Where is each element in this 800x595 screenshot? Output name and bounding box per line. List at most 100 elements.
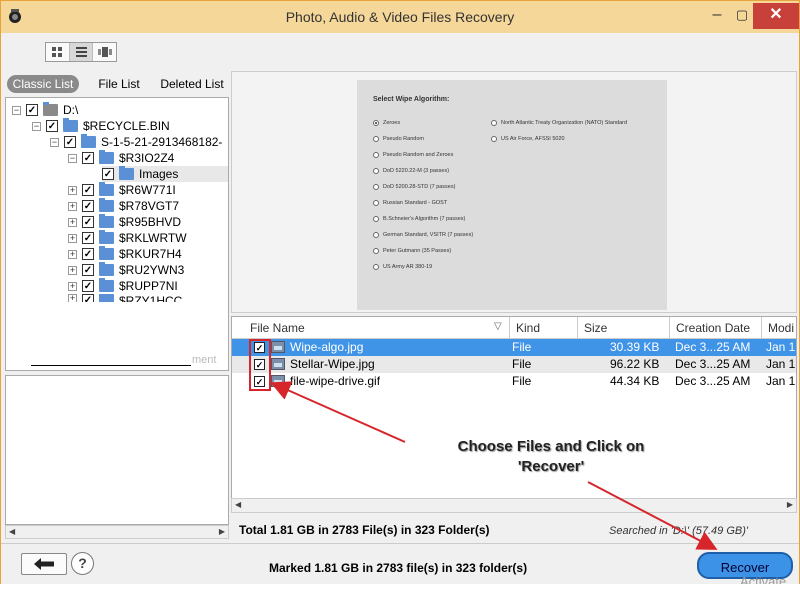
file-created: Dec 3...25 AM bbox=[675, 374, 751, 388]
tree-node[interactable]: ✓ Images bbox=[102, 166, 228, 182]
column-creation-date[interactable]: Creation Date bbox=[670, 317, 762, 339]
scroll-right-icon[interactable]: ▶ bbox=[787, 500, 793, 509]
grid-icon bbox=[52, 47, 63, 57]
radio-icon bbox=[373, 216, 379, 222]
tree-node-label: $R95BHVD bbox=[119, 215, 182, 229]
expand-icon[interactable]: + bbox=[68, 233, 77, 243]
column-kind[interactable]: Kind bbox=[510, 317, 578, 339]
wipe-option: DoD 5200.28-STD (7 passes) bbox=[373, 184, 455, 190]
tree-node[interactable]: + ✓ $RUPP7NI bbox=[68, 278, 178, 294]
scroll-left-icon[interactable]: ◀ bbox=[9, 527, 15, 536]
close-button[interactable]: ✕ bbox=[753, 3, 799, 29]
radio-icon bbox=[373, 248, 379, 254]
collapse-icon[interactable]: − bbox=[68, 153, 77, 163]
file-list-horizontal-scrollbar[interactable]: ◀ ▶ bbox=[231, 498, 797, 513]
coverflow-view-button[interactable] bbox=[93, 43, 116, 61]
file-row[interactable]: ✓ Wipe-algo.jpg File 30.39 KB Dec 3...25… bbox=[232, 339, 796, 356]
tree-checkbox[interactable]: ✓ bbox=[46, 120, 58, 132]
tree-checkbox[interactable]: ✓ bbox=[64, 136, 76, 148]
tab-classic-list[interactable]: Classic List bbox=[7, 75, 79, 93]
file-name: Stellar-Wipe.jpg bbox=[290, 357, 375, 371]
expand-icon[interactable]: + bbox=[68, 217, 77, 227]
radio-icon bbox=[373, 232, 379, 238]
file-list: File Name ▽ Kind Size Creation Date Modi… bbox=[231, 316, 797, 513]
minimize-button[interactable]: – bbox=[706, 3, 728, 29]
image-file-icon bbox=[271, 358, 285, 370]
column-file-name[interactable]: File Name bbox=[244, 317, 510, 339]
file-name: file-wipe-drive.gif bbox=[290, 374, 381, 388]
tree-node-label: $RKUR7H4 bbox=[119, 247, 182, 261]
icon-view-button[interactable] bbox=[46, 43, 70, 61]
maximize-button[interactable]: ▢ bbox=[731, 3, 753, 29]
collapse-icon[interactable]: − bbox=[32, 121, 41, 131]
tree-node-label: $R78VGT7 bbox=[119, 199, 180, 213]
radio-icon bbox=[491, 120, 497, 126]
list-view-button[interactable] bbox=[69, 43, 94, 61]
preview-heading: Select Wipe Algorithm: bbox=[373, 96, 450, 103]
tree-divider bbox=[31, 365, 191, 366]
tree-node-label: $R3IO2Z4 bbox=[119, 151, 175, 165]
tree-checkbox[interactable]: ✓ bbox=[82, 216, 94, 228]
left-horizontal-scrollbar[interactable]: ◀ ▶ bbox=[5, 525, 229, 539]
expand-icon[interactable]: + bbox=[68, 249, 77, 259]
wipe-option: US Air Force, AFSSI 5020 bbox=[491, 136, 565, 142]
wipe-option: B.Schneier's Algorithm (7 passes) bbox=[373, 216, 465, 222]
radio-icon bbox=[491, 136, 497, 142]
tab-deleted-list[interactable]: Deleted List bbox=[155, 75, 229, 93]
expand-icon[interactable]: + bbox=[68, 185, 77, 195]
file-size: 30.39 KB bbox=[610, 340, 660, 354]
file-row[interactable]: ✓ file-wipe-drive.gif File 44.34 KB Dec … bbox=[232, 373, 796, 390]
sort-indicator-icon: ▽ bbox=[494, 321, 502, 332]
collapse-icon[interactable]: − bbox=[50, 137, 59, 147]
tree-node[interactable]: − ✓ S-1-5-21-2913468182- bbox=[50, 134, 222, 150]
toolbar bbox=[1, 33, 799, 71]
scroll-right-icon[interactable]: ▶ bbox=[219, 527, 225, 536]
tree-node[interactable]: + ✓ $R95BHVD bbox=[68, 214, 181, 230]
folder-icon bbox=[99, 278, 114, 292]
tree-checkbox[interactable]: ✓ bbox=[82, 248, 94, 260]
wipe-option: Pseudo Random and Zeroes bbox=[373, 152, 453, 158]
file-kind: File bbox=[512, 374, 532, 388]
radio-selected-icon bbox=[373, 120, 379, 126]
file-created: Dec 3...25 AM bbox=[675, 357, 751, 371]
tab-file-list[interactable]: File List bbox=[89, 75, 149, 93]
tree-node-label: $R6W771I bbox=[119, 183, 176, 197]
tree-checkbox[interactable]: ✓ bbox=[82, 264, 94, 276]
file-size: 96.22 KB bbox=[610, 357, 660, 371]
title-bar: Photo, Audio & Video Files Recovery – ▢ … bbox=[1, 1, 799, 33]
tree-node[interactable]: + ✓ $RKUR7H4 bbox=[68, 246, 182, 262]
image-file-icon bbox=[271, 341, 285, 353]
tree-checkbox[interactable]: ✓ bbox=[82, 280, 94, 292]
tree-checkbox[interactable]: ✓ bbox=[102, 168, 114, 180]
tree-checkbox[interactable]: ✓ bbox=[82, 232, 94, 244]
file-size: 44.34 KB bbox=[610, 374, 660, 388]
column-size[interactable]: Size bbox=[578, 317, 670, 339]
expand-icon[interactable]: + bbox=[68, 294, 77, 302]
tree-checkbox[interactable]: ✓ bbox=[26, 104, 38, 116]
expand-icon[interactable]: + bbox=[68, 281, 77, 291]
help-button[interactable]: ? bbox=[71, 552, 94, 575]
tree-checkbox[interactable]: ✓ bbox=[82, 152, 94, 164]
tree-node[interactable]: + ✓ $R78VGT7 bbox=[68, 198, 179, 214]
tree-node[interactable]: + ✓ $RZY1HCC bbox=[68, 294, 182, 302]
tree-node[interactable]: + ✓ $RKLWRTW bbox=[68, 230, 187, 246]
expand-icon[interactable]: + bbox=[68, 201, 77, 211]
coverflow-icon bbox=[97, 47, 112, 57]
column-modified[interactable]: Modi bbox=[762, 317, 796, 339]
collapse-icon[interactable]: − bbox=[12, 105, 21, 115]
scroll-left-icon[interactable]: ◀ bbox=[235, 500, 241, 509]
tree-checkbox[interactable]: ✓ bbox=[82, 294, 94, 302]
tree-node[interactable]: − ✓ $R3IO2Z4 bbox=[68, 150, 174, 166]
tree-node[interactable]: − ✓ $RECYCLE.BIN bbox=[32, 118, 170, 134]
tree-node-label: S-1-5-21-2913468182- bbox=[101, 135, 223, 149]
expand-icon[interactable]: + bbox=[68, 265, 77, 275]
file-name: Wipe-algo.jpg bbox=[290, 340, 364, 354]
tree-checkbox[interactable]: ✓ bbox=[82, 200, 94, 212]
tree-node[interactable]: − ✓ D:\ bbox=[12, 102, 78, 118]
tree-node[interactable]: + ✓ $R6W771I bbox=[68, 182, 176, 198]
view-switcher bbox=[45, 42, 117, 62]
tree-node[interactable]: + ✓ $RU2YWN3 bbox=[68, 262, 184, 278]
tree-checkbox[interactable]: ✓ bbox=[82, 184, 94, 196]
file-row[interactable]: ✓ Stellar-Wipe.jpg File 96.22 KB Dec 3..… bbox=[232, 356, 796, 373]
back-button[interactable] bbox=[21, 553, 67, 575]
